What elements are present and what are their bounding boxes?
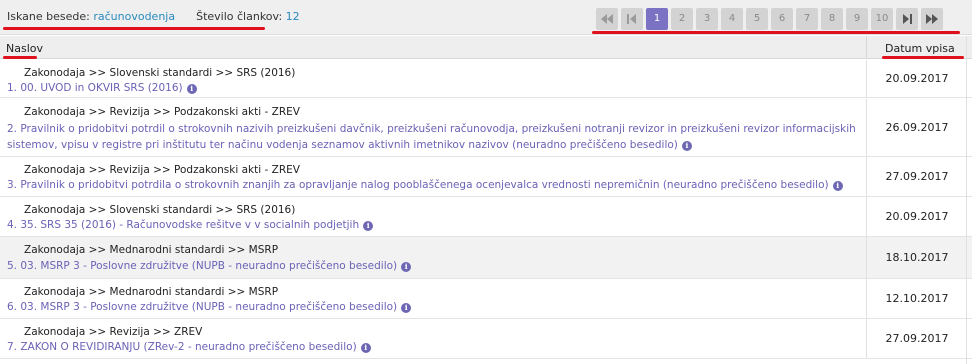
article-title[interactable]: 03. MSRP 3 - Poslovne združitve (NUPB - … bbox=[20, 260, 397, 272]
info-icon[interactable]: i bbox=[360, 343, 371, 353]
info-icon[interactable]: i bbox=[363, 221, 374, 231]
pagination: 1 2 3 4 5 6 7 8 9 10 bbox=[596, 8, 946, 30]
prev-page-icon[interactable] bbox=[621, 8, 643, 30]
date-cell: 20.09.2017 bbox=[866, 197, 967, 236]
date-cell: 12.10.2017 bbox=[866, 279, 967, 318]
date-cell: 18.10.2017 bbox=[866, 237, 967, 278]
page-button-8[interactable]: 8 bbox=[821, 8, 843, 30]
article-link[interactable]: 2. Pravilnik o pridobitvi potrdil o stro… bbox=[7, 121, 857, 153]
page-button-6[interactable]: 6 bbox=[771, 8, 793, 30]
info-icon[interactable]: i bbox=[186, 84, 197, 94]
page-button-5[interactable]: 5 bbox=[746, 8, 768, 30]
article-count-value: 12 bbox=[285, 10, 300, 23]
page-button-10[interactable]: 10 bbox=[871, 8, 893, 30]
page-button-7[interactable]: 7 bbox=[796, 8, 818, 30]
page-button-4[interactable]: 4 bbox=[721, 8, 743, 30]
breadcrumb: Zakonodaja >> Slovenski standardi >> SRS… bbox=[24, 204, 296, 216]
article-link[interactable]: 6. 03. MSRP 3 - Poslovne združitve (NUPB… bbox=[7, 299, 857, 315]
page-button-3[interactable]: 3 bbox=[696, 8, 718, 30]
next-page-icon[interactable] bbox=[896, 8, 918, 30]
article-title[interactable]: Pravilnik o pridobitvi potrdil o strokov… bbox=[7, 123, 856, 151]
row-number: 5. bbox=[7, 260, 21, 272]
breadcrumb: Zakonodaja >> Slovenski standardi >> SRS… bbox=[24, 67, 296, 79]
article-count-label: Število člankov: bbox=[196, 10, 283, 23]
row-number: 4. bbox=[7, 219, 21, 231]
article-link[interactable]: 5. 03. MSRP 3 - Poslovne združitve (NUPB… bbox=[7, 258, 857, 274]
article-title[interactable]: 35. SRS 35 (2016) - Računovodske rešitve… bbox=[20, 219, 359, 231]
annotation-underline bbox=[3, 56, 37, 59]
title-cell: Zakonodaja >> Slovenski standardi >> SRS… bbox=[0, 60, 866, 97]
column-header-title[interactable]: Naslov bbox=[6, 42, 43, 55]
article-link[interactable]: 7. ZAKON O REVIDIRANJU (ZRev-2 - neuradn… bbox=[7, 339, 857, 355]
table-row: Zakonodaja >> Slovenski standardi >> SRS… bbox=[0, 60, 972, 98]
search-words-label: Iskane besede: bbox=[7, 10, 90, 23]
breadcrumb: Zakonodaja >> Mednarodni standardi >> MS… bbox=[24, 286, 279, 298]
search-words-value: računovodenja bbox=[93, 10, 176, 23]
date-cell: 26.09.2017 bbox=[866, 99, 967, 156]
article-link[interactable]: 4. 35. SRS 35 (2016) - Računovodske reši… bbox=[7, 217, 857, 233]
article-title[interactable]: 03. MSRP 3 - Poslovne združitve (NUPB - … bbox=[20, 301, 397, 313]
info-icon[interactable]: i bbox=[401, 303, 412, 313]
page-button-2[interactable]: 2 bbox=[671, 8, 693, 30]
article-title[interactable]: ZAKON O REVIDIRANJU (ZRev-2 - neuradno p… bbox=[20, 341, 356, 353]
title-cell: Zakonodaja >> Slovenski standardi >> SRS… bbox=[0, 197, 866, 236]
annotation-underline bbox=[3, 27, 265, 30]
row-number: 7. bbox=[7, 341, 21, 353]
title-cell: Zakonodaja >> Revizija >> Podzakonski ak… bbox=[0, 157, 866, 196]
table-row: Zakonodaja >> Mednarodni standardi >> MS… bbox=[0, 237, 972, 279]
row-number: 2. bbox=[7, 123, 21, 135]
row-number: 3. bbox=[7, 179, 21, 191]
table-row: Zakonodaja >> Revizija >> Podzakonski ak… bbox=[0, 99, 972, 157]
date-cell: 20.09.2017 bbox=[866, 60, 967, 97]
row-number: 1. bbox=[7, 82, 21, 94]
info-icon[interactable]: i bbox=[832, 181, 843, 191]
column-header-date: Datum vpisa bbox=[885, 42, 955, 55]
title-cell: Zakonodaja >> Revizija >> ZREV 7. ZAKON O… bbox=[0, 319, 866, 358]
date-cell: 27.09.2017 bbox=[866, 157, 967, 196]
info-icon[interactable]: i bbox=[681, 141, 692, 151]
annotation-underline bbox=[882, 56, 964, 59]
annotation-underline bbox=[592, 31, 960, 34]
article-link[interactable]: 3. Pravilnik o pridobitvi potrdila o str… bbox=[7, 177, 857, 193]
table-row: Zakonodaja >> Revizija >> ZREV 7. ZAKON O… bbox=[0, 319, 972, 359]
info-icon[interactable]: i bbox=[401, 262, 412, 272]
page-button-9[interactable]: 9 bbox=[846, 8, 868, 30]
last-page-icon[interactable] bbox=[921, 8, 943, 30]
breadcrumb: Zakonodaja >> Revizija >> Podzakonski ak… bbox=[24, 164, 300, 176]
title-cell: Zakonodaja >> Revizija >> Podzakonski ak… bbox=[0, 99, 866, 156]
first-page-icon[interactable] bbox=[596, 8, 618, 30]
article-link[interactable]: 1. 00. UVOD in OKVIR SRS (2016) i bbox=[7, 80, 857, 96]
row-number: 6. bbox=[7, 301, 21, 313]
table-header: Naslov Datum vpisa bbox=[0, 36, 972, 59]
date-cell: 27.09.2017 bbox=[866, 319, 967, 358]
breadcrumb: Zakonodaja >> Mednarodni standardi >> MS… bbox=[24, 244, 279, 256]
title-cell: Zakonodaja >> Mednarodni standardi >> MS… bbox=[0, 279, 866, 318]
title-cell: Zakonodaja >> Mednarodni standardi >> MS… bbox=[0, 237, 866, 278]
table-row: Zakonodaja >> Mednarodni standardi >> MS… bbox=[0, 279, 972, 319]
table-row: Zakonodaja >> Revizija >> Podzakonski ak… bbox=[0, 157, 972, 197]
breadcrumb: Zakonodaja >> Revizija >> Podzakonski ak… bbox=[24, 106, 300, 118]
page-button-1[interactable]: 1 bbox=[646, 8, 668, 30]
article-title[interactable]: 00. UVOD in OKVIR SRS (2016) bbox=[20, 82, 182, 94]
table-row: Zakonodaja >> Slovenski standardi >> SRS… bbox=[0, 197, 972, 237]
search-info: Iskane besede: računovodenja Število čla… bbox=[7, 10, 300, 23]
article-title[interactable]: Pravilnik o pridobitvi potrdila o stroko… bbox=[20, 179, 828, 191]
breadcrumb: Zakonodaja >> Revizija >> ZREV bbox=[24, 326, 203, 338]
